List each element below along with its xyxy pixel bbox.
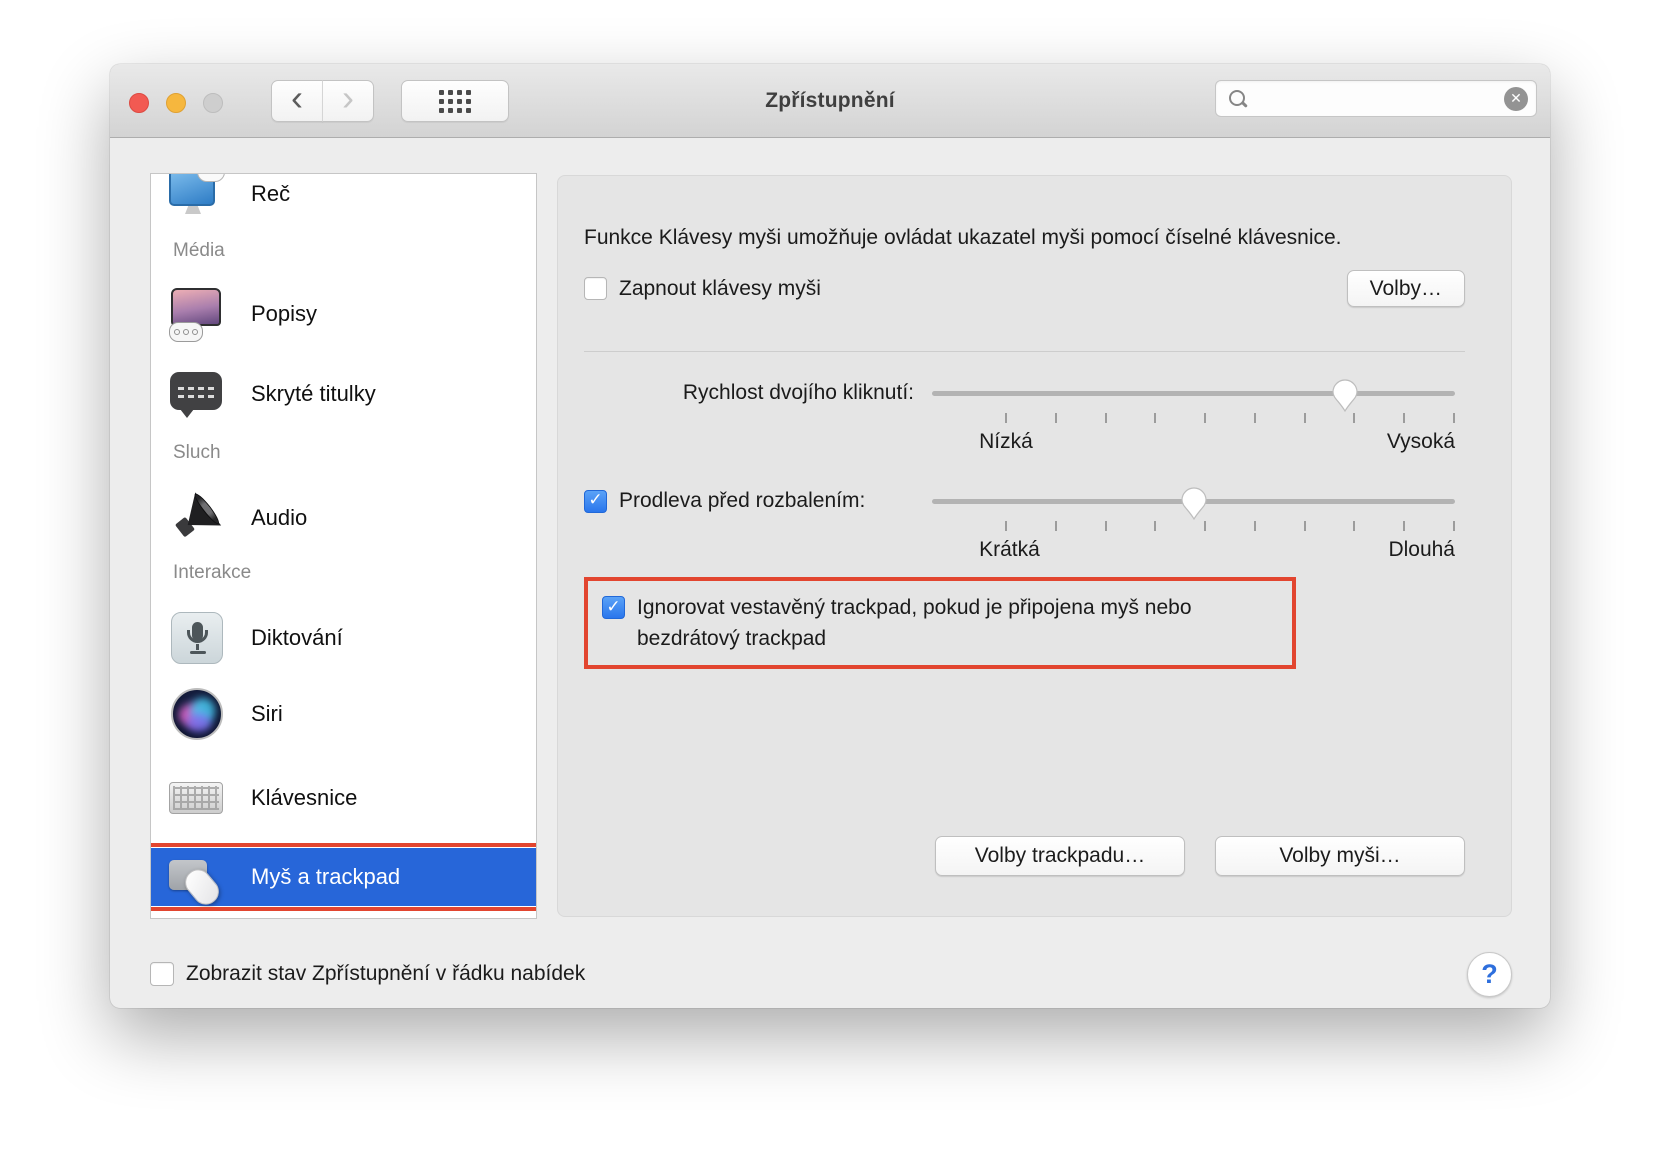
slider-ticks (1005, 521, 1455, 531)
back-chevron-icon: ‹ (291, 77, 303, 118)
spring-delay-slider[interactable] (932, 481, 1455, 521)
sidebar-header-interakce: Interakce (173, 562, 252, 583)
traffic-lights (129, 93, 223, 113)
sidebar-item-mys-a-trackpad[interactable]: Myš a trackpad (151, 843, 536, 911)
show-accessibility-status-checkbox[interactable] (150, 962, 174, 986)
sidebar-item-siri[interactable]: Siri (151, 676, 536, 752)
enable-mouse-keys-label: Zapnout klávesy myši (619, 276, 821, 300)
zoom-button-disabled[interactable] (203, 93, 223, 113)
screenshot-stage: Zpřístupnění ‹ › ✕ Reč Média Popisy Skry… (0, 0, 1664, 1176)
speaker-icon (167, 488, 227, 548)
search-field[interactable]: ✕ (1215, 80, 1537, 117)
checkmark-icon: ✓ (588, 490, 603, 509)
sidebar-header-media: Média (173, 240, 225, 261)
forward-button[interactable]: › (322, 80, 374, 122)
checkmark-icon: ✓ (606, 596, 621, 616)
double-click-speed-label: Rychlost dvojího kliknutí: (682, 381, 914, 404)
double-click-max-label: Vysoká (1386, 430, 1455, 453)
search-icon (1228, 89, 1248, 109)
double-click-speed-row: Rychlost dvojího kliknutí: Nízká Vysoká (584, 373, 1465, 454)
mouse-trackpad-icon (167, 856, 227, 916)
question-mark-icon: ? (1481, 958, 1498, 989)
sidebar-item-skryte-titulky[interactable]: Skryté titulky (151, 356, 536, 432)
double-click-min-label: Nízká (979, 430, 1033, 453)
double-click-speed-slider[interactable] (932, 373, 1455, 413)
title-bar: Zpřístupnění ‹ › ✕ (110, 64, 1550, 138)
descriptions-monitor-icon (167, 284, 227, 344)
sidebar-item-diktovani[interactable]: Diktování (151, 600, 536, 676)
sidebar-item-rec[interactable]: Reč (151, 174, 536, 232)
mouse-keys-row: Zapnout klávesy myši Volby… (584, 270, 1465, 307)
speech-monitor-icon (167, 174, 227, 224)
minimize-button[interactable] (166, 93, 186, 113)
annotation-box-ignore-trackpad: ✓ Ignorovat vestavěný trackpad, pokud je… (584, 577, 1296, 669)
spring-delay-label: Prodleva před rozbalením: (619, 489, 866, 512)
grid-icon (439, 89, 471, 113)
captions-bubble-icon (167, 364, 227, 424)
mouse-keys-options-button[interactable]: Volby… (1346, 270, 1465, 307)
sidebar: Reč Média Popisy Skryté titulky Sluch Au… (150, 173, 537, 919)
spring-delay-max-label: Dlouhá (1388, 538, 1455, 561)
sidebar-item-popisy[interactable]: Popisy (151, 276, 536, 352)
trackpad-options-button[interactable]: Volby trackpadu… (935, 836, 1185, 876)
spring-delay-min-label: Krátká (979, 538, 1040, 561)
keyboard-icon (167, 768, 227, 828)
slider-thumb[interactable] (1180, 487, 1207, 521)
search-input[interactable] (1248, 87, 1504, 110)
mouse-keys-description: Funkce Klávesy myši umožňuje ovládat uka… (584, 226, 1342, 249)
mouse-options-button[interactable]: Volby myši… (1215, 836, 1465, 876)
help-button[interactable]: ? (1467, 951, 1512, 997)
show-all-button[interactable] (401, 80, 509, 122)
options-buttons-row: Volby trackpadu… Volby myši… (584, 836, 1465, 876)
back-button[interactable]: ‹ (271, 80, 323, 122)
sidebar-header-sluch: Sluch (173, 442, 221, 463)
ignore-trackpad-label: Ignorovat vestavěný trackpad, pokud je p… (637, 596, 1192, 650)
slider-thumb[interactable] (1332, 379, 1358, 413)
show-accessibility-status-label: Zobrazit stav Zpřístupnění v řádku nabíd… (186, 962, 586, 985)
close-button[interactable] (129, 93, 149, 113)
siri-orb-icon (167, 684, 227, 744)
sidebar-item-audio[interactable]: Audio (151, 480, 536, 556)
microphone-icon (167, 608, 227, 668)
main-panel: Funkce Klávesy myši umožňuje ovládat uka… (557, 175, 1512, 917)
ignore-trackpad-checkbox[interactable]: ✓ (602, 596, 625, 619)
footer-bar: Zobrazit stav Zpřístupnění v řádku nabíd… (150, 950, 1512, 998)
slider-track[interactable] (932, 391, 1455, 396)
spring-delay-checkbox[interactable]: ✓ (584, 489, 607, 513)
slider-ticks (1005, 413, 1455, 423)
spring-delay-row: ✓ Prodleva před rozbalením: Krátká Dlouh… (584, 481, 1465, 562)
system-preferences-window: Zpřístupnění ‹ › ✕ Reč Média Popisy Skry… (110, 64, 1550, 1008)
enable-mouse-keys-checkbox[interactable] (584, 277, 607, 300)
sidebar-item-klavesnice[interactable]: Klávesnice (151, 760, 536, 836)
separator-line (584, 351, 1465, 352)
forward-chevron-icon: › (342, 77, 354, 118)
clear-search-icon[interactable]: ✕ (1504, 86, 1528, 111)
